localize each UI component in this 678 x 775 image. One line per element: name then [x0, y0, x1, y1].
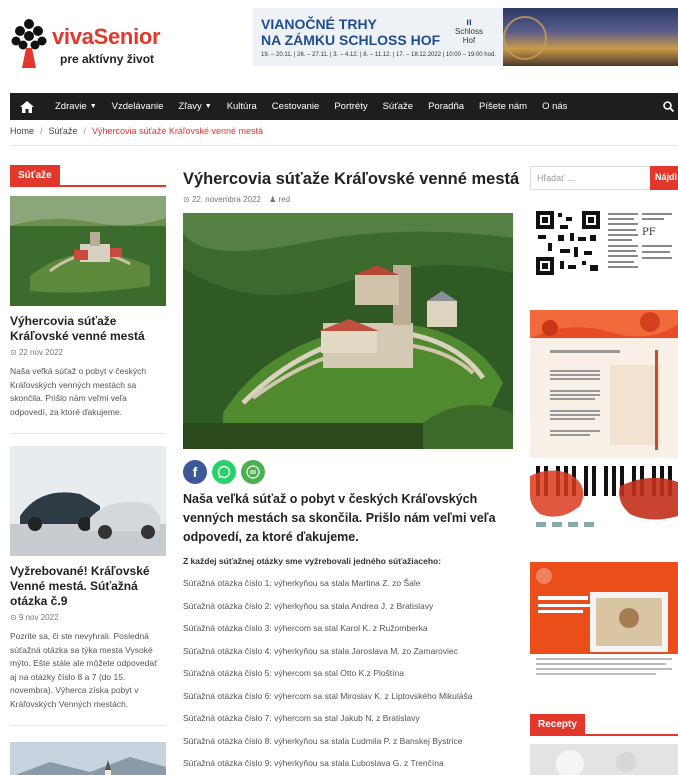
list-item: Súťažná otázka číslo 7: výhercom sa stal…: [183, 713, 420, 723]
article-meta: ⊙ 22. novembra 2022 ♟ red: [183, 195, 290, 204]
post-excerpt: Naša veľká súťaž o pobyt v českých Kráľo…: [10, 366, 147, 417]
clock-icon: ⊙: [10, 613, 19, 622]
article-lead: Naša veľká súťaž o pobyt v českých Kráľo…: [183, 492, 496, 544]
nav-item-zdravie[interactable]: Zdravie ▼: [55, 101, 97, 112]
main-nav: Zdravie ▼ Vzdelávanie Zľavy ▼ Kultúra Cest…: [10, 93, 678, 120]
nav-item-o-nas[interactable]: O nás: [542, 101, 567, 112]
sidebar-ad-painting[interactable]: [530, 562, 678, 683]
user-icon: ♟: [269, 195, 279, 204]
nav-item-kultura[interactable]: Kultúra: [227, 101, 257, 112]
article-title: Výhercovia súťaže Kráľovské venné mestá: [183, 170, 520, 188]
breadcrumb-home[interactable]: Home: [10, 126, 34, 136]
sidebar-ad-concert[interactable]: [530, 466, 678, 530]
post-thumbnail[interactable]: [10, 742, 166, 775]
post-title[interactable]: Výhercovia súťaže Kráľovské venné mestá: [10, 314, 166, 344]
left-sidebar: Súťaže Výhercovia súťaže Kráľovské venné…: [10, 165, 166, 775]
search-icon[interactable]: [663, 101, 674, 112]
nav-item-pisete-nam[interactable]: Píšete nám: [479, 101, 527, 112]
banner-ad[interactable]: VIANOČNÉ TRHY NA ZÁMKU SCHLOSS HOF 19. –…: [253, 8, 678, 66]
winners-list: Súťažná otázka číslo 1: výherkyňou sa st…: [183, 578, 513, 775]
post-title[interactable]: Vyžrebované! Kráľovské Venné mestá. Súťa…: [10, 564, 166, 609]
list-item: Súťažná otázka číslo 2: výherkyňou sa st…: [183, 600, 434, 611]
svg-text:PF: PF: [642, 227, 656, 238]
nav-item-poradna[interactable]: Poradňa: [428, 101, 464, 112]
section-label[interactable]: Recepty: [530, 714, 585, 734]
divider: [10, 145, 678, 146]
brand-name: vivaSenior: [52, 24, 161, 49]
ad-headline-2: NA ZÁMKU SCHLOSS HOF: [261, 32, 441, 48]
recipe-thumbnail[interactable]: [530, 744, 678, 775]
list-item: Súťažná otázka číslo 9: výherkyňou sa st…: [183, 758, 444, 768]
nav-item-zlavy[interactable]: Zľavy ▼: [178, 101, 211, 112]
ad-sponsor: ıı Schloss Hof: [454, 17, 483, 46]
sidebar-ad-qr[interactable]: PF: [530, 205, 678, 280]
more-share-icon[interactable]: [241, 460, 265, 484]
list-item: Súťažná otázka číslo 8: výherkyňou sa st…: [183, 735, 463, 746]
nav-item-cestovanie[interactable]: Cestovanie: [272, 101, 320, 112]
post-excerpt: Pozrite sa, či ste nevyhrali. Posledná s…: [10, 631, 158, 709]
post-thumbnail[interactable]: [10, 196, 166, 306]
site-logo[interactable]: vivaSenior pre aktívny život: [10, 18, 190, 73]
winners-heading: Z každej súťažnej otázky sme vyžrebovali…: [183, 556, 442, 566]
tree-logo-icon: [11, 19, 47, 68]
list-item: Súťažná otázka číslo 3: výhercom sa stal…: [183, 623, 428, 633]
breadcrumb-section[interactable]: Súťaže: [49, 126, 78, 136]
list-item: Súťažná otázka číslo 4: výherkyňou sa st…: [183, 645, 458, 656]
chevron-down-icon: ▼: [204, 103, 212, 110]
post-date: ⊙ 9 nov 2022: [10, 613, 59, 622]
article-author[interactable]: red: [279, 195, 291, 204]
clock-icon: ⊙: [10, 348, 19, 357]
home-icon[interactable]: [14, 93, 40, 120]
list-item: Súťažná otázka číslo 6: výhercom sa stal…: [183, 690, 473, 701]
section-header-recepty: Recepty: [530, 714, 678, 736]
nav-item-sutaze[interactable]: Súťaže: [383, 101, 414, 112]
ad-dates: 19. – 20.11. | 26. – 27.11. | 3. – 4.12.…: [261, 52, 496, 58]
breadcrumb: Home / Súťaže / Výhercovia súťaže Kráľovské …: [10, 126, 264, 136]
chevron-down-icon: ▼: [89, 103, 97, 110]
article-date: 22. novembra 2022: [191, 195, 261, 204]
brand-tagline: pre aktívny život: [60, 52, 155, 66]
section-header: Súťaže: [10, 165, 166, 187]
post-thumbnail[interactable]: [10, 446, 166, 556]
sidebar-ad-exhibition[interactable]: [530, 310, 678, 458]
clock-icon: ⊙: [183, 195, 192, 204]
ad-headline-1: VIANOČNÉ TRHY: [261, 16, 377, 32]
nav-item-portrety[interactable]: Portréty: [334, 101, 367, 112]
post-date: ⊙ 22 nov 2022: [10, 348, 63, 357]
nav-item-vzdelavanie[interactable]: Vzdelávanie: [112, 101, 164, 112]
whatsapp-share-icon[interactable]: [212, 460, 236, 484]
section-label[interactable]: Súťaže: [10, 165, 60, 185]
list-item: Súťažná otázka číslo 5: výhercom sa stal…: [183, 668, 404, 678]
article-hero-image: [183, 213, 513, 449]
ad-ornament-icon: [503, 16, 547, 60]
list-item: Súťažná otázka číslo 1: výherkyňou sa st…: [183, 578, 421, 588]
breadcrumb-current: Výhercovia súťaže Kráľovské venné mestá: [91, 126, 264, 136]
search-button[interactable]: Nájdi: [650, 166, 678, 190]
facebook-share-icon[interactable]: f: [183, 460, 207, 484]
share-bar: f: [183, 460, 265, 484]
